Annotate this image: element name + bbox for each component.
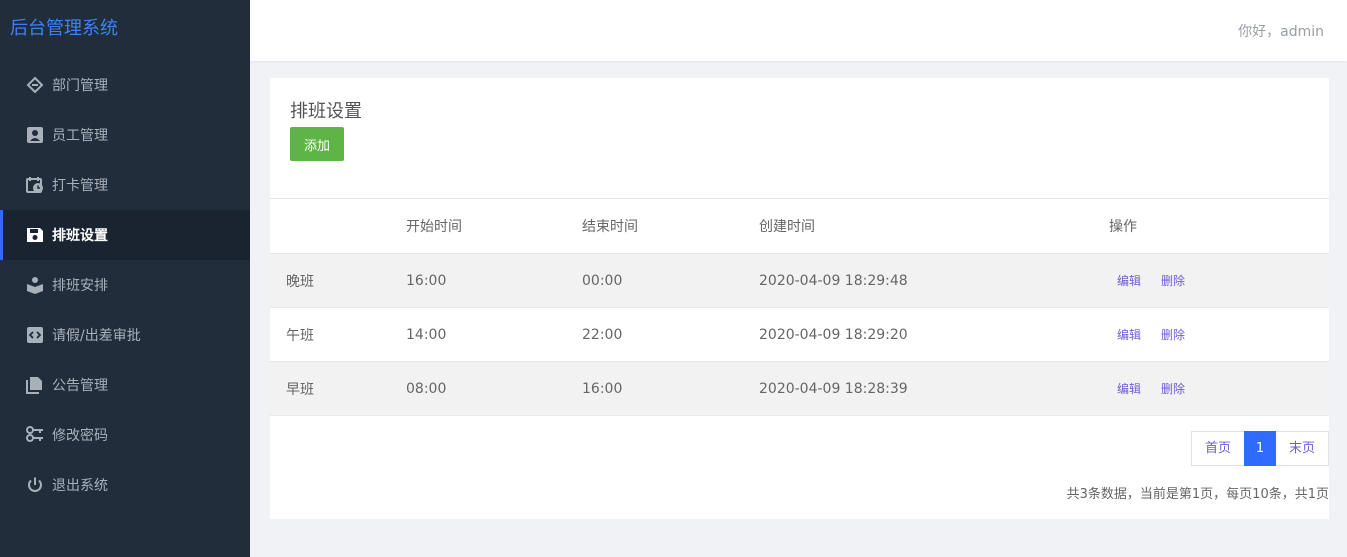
delete-link[interactable]: 删除 xyxy=(1161,382,1185,396)
row-actions: 编辑 删除 xyxy=(1109,361,1329,416)
sidebar: 后台管理系统 部门管理 员工管理 打卡管理 排班设置 排班安排 请假/出差审批 … xyxy=(0,0,250,557)
pagination-summary: 共3条数据，当前是第1页，每页10条，共1页 xyxy=(1066,487,1329,502)
edit-link[interactable]: 编辑 xyxy=(1117,328,1141,342)
top-header: 你好，admin xyxy=(250,0,1347,61)
table-row: 晚班 16:00 00:00 2020-04-09 18:29:48 编辑 删除 xyxy=(270,253,1329,308)
sidebar-item-label: 请假/出差审批 xyxy=(52,328,141,344)
sidebar-item-employee[interactable]: 员工管理 xyxy=(0,110,250,160)
table-header-row: 开始时间 结束时间 创建时间 操作 xyxy=(270,198,1329,254)
power-icon xyxy=(26,476,44,494)
pagination: 首页 1 末页 xyxy=(1191,431,1329,466)
user-greeting: 你好，admin xyxy=(1238,24,1324,40)
sidebar-item-leave-approval[interactable]: 请假/出差审批 xyxy=(0,310,250,360)
document-icon xyxy=(26,376,44,394)
shift-table: 开始时间 结束时间 创建时间 操作 晚班 16:00 00:00 2020-04… xyxy=(270,198,1329,416)
sidebar-item-change-password[interactable]: 修改密码 xyxy=(0,410,250,460)
sidebar-item-label: 公告管理 xyxy=(52,378,108,394)
page-title: 排班设置 xyxy=(290,101,362,122)
sidebar-item-label: 退出系统 xyxy=(52,478,108,494)
edit-link[interactable]: 编辑 xyxy=(1117,274,1141,288)
key-icon xyxy=(26,426,44,444)
sidebar-item-label: 员工管理 xyxy=(52,128,108,144)
brand-title: 后台管理系统 xyxy=(10,18,118,39)
box-icon xyxy=(26,276,44,294)
sidebar-item-dept[interactable]: 部门管理 xyxy=(0,60,250,110)
shift-name: 早班 xyxy=(270,361,406,416)
table-row: 午班 14:00 22:00 2020-04-09 18:29:20 编辑 删除 xyxy=(270,307,1329,362)
start-time: 08:00 xyxy=(406,361,582,416)
start-time: 16:00 xyxy=(406,253,582,308)
end-time: 16:00 xyxy=(582,361,759,416)
last-page-button[interactable]: 末页 xyxy=(1276,431,1329,466)
delete-link[interactable]: 删除 xyxy=(1161,274,1185,288)
sidebar-item-shift-settings[interactable]: 排班设置 xyxy=(0,210,250,260)
table-row: 早班 08:00 16:00 2020-04-09 18:28:39 编辑 删除 xyxy=(270,361,1329,416)
add-button[interactable]: 添加 xyxy=(290,127,344,161)
sidebar-item-clock-in[interactable]: 打卡管理 xyxy=(0,160,250,210)
created-time: 2020-04-09 18:28:39 xyxy=(759,361,1109,416)
sidebar-item-label: 排班设置 xyxy=(52,228,108,244)
row-actions: 编辑 删除 xyxy=(1109,253,1329,308)
sidebar-menu: 部门管理 员工管理 打卡管理 排班设置 排班安排 请假/出差审批 公告管理 修改… xyxy=(0,60,250,510)
end-time: 00:00 xyxy=(582,253,759,308)
shift-name: 晚班 xyxy=(270,253,406,308)
employee-icon xyxy=(26,126,44,144)
start-time: 14:00 xyxy=(406,307,582,362)
col-name xyxy=(270,198,406,254)
clock-in-icon xyxy=(26,176,44,194)
col-end-time: 结束时间 xyxy=(582,198,759,254)
delete-link[interactable]: 删除 xyxy=(1161,328,1185,342)
col-start-time: 开始时间 xyxy=(406,198,582,254)
dept-icon xyxy=(26,76,44,94)
sidebar-item-shift-arrange[interactable]: 排班安排 xyxy=(0,260,250,310)
edit-link[interactable]: 编辑 xyxy=(1117,382,1141,396)
shift-name: 午班 xyxy=(270,307,406,362)
row-actions: 编辑 删除 xyxy=(1109,307,1329,362)
save-icon xyxy=(26,226,44,244)
sidebar-item-label: 排班安排 xyxy=(52,278,108,294)
sidebar-item-label: 修改密码 xyxy=(52,428,108,444)
created-time: 2020-04-09 18:29:48 xyxy=(759,253,1109,308)
code-icon xyxy=(26,326,44,344)
sidebar-item-label: 打卡管理 xyxy=(52,178,108,194)
sidebar-item-logout[interactable]: 退出系统 xyxy=(0,460,250,510)
created-time: 2020-04-09 18:29:20 xyxy=(759,307,1109,362)
sidebar-item-notice[interactable]: 公告管理 xyxy=(0,360,250,410)
end-time: 22:00 xyxy=(582,307,759,362)
current-page-button[interactable]: 1 xyxy=(1244,431,1276,466)
content-card: 排班设置 添加 开始时间 结束时间 创建时间 操作 晚班 16:00 00:00… xyxy=(270,78,1329,519)
first-page-button[interactable]: 首页 xyxy=(1191,431,1244,466)
col-created-time: 创建时间 xyxy=(759,198,1109,254)
col-actions: 操作 xyxy=(1109,198,1329,254)
sidebar-item-label: 部门管理 xyxy=(52,78,108,94)
